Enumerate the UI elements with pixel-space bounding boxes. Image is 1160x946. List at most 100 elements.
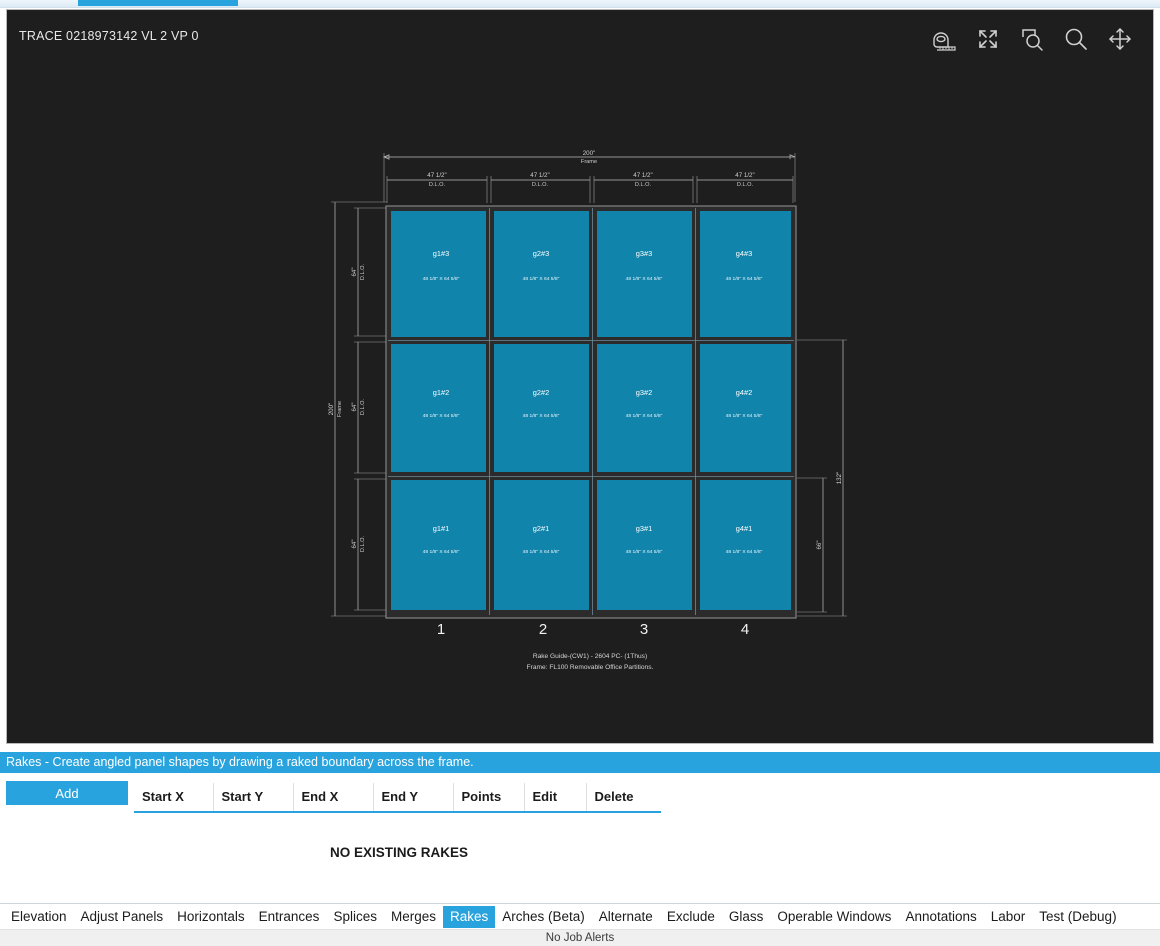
svg-text:47 1/2": 47 1/2" [530, 172, 549, 179]
panel-g1-1 [391, 480, 486, 610]
tab-labor[interactable]: Labor [984, 906, 1033, 928]
svg-text:48 1/8" X 64 5/8": 48 1/8" X 64 5/8" [523, 413, 560, 419]
tab-rakes[interactable]: Rakes [442, 905, 496, 928]
tab-merges[interactable]: Merges [384, 906, 443, 928]
panel-g3-1 [597, 480, 692, 610]
svg-text:48 1/8" X 64 5/8": 48 1/8" X 64 5/8" [626, 549, 663, 555]
svg-text:64": 64" [351, 267, 358, 276]
svg-text:3: 3 [640, 621, 648, 638]
svg-text:g3#2: g3#2 [636, 388, 652, 397]
svg-text:48 1/8" X 64 5/8": 48 1/8" X 64 5/8" [423, 549, 460, 555]
column-header-end-y[interactable]: End Y [372, 783, 453, 812]
panel-g2-1 [494, 480, 589, 610]
panel-g2-2 [494, 344, 589, 472]
rakes-panel: Add Start X Start Y End X End Y Points E… [0, 773, 1160, 902]
svg-text:48 1/8" X 64 5/8": 48 1/8" X 64 5/8" [523, 276, 560, 282]
tab-annotations[interactable]: Annotations [898, 906, 983, 928]
svg-text:Frame: Frame [581, 159, 597, 165]
column-numbers: 1 2 3 4 [437, 621, 749, 638]
svg-text:g4#3: g4#3 [736, 249, 752, 258]
tab-horizontals[interactable]: Horizontals [170, 906, 252, 928]
svg-text:4: 4 [741, 621, 749, 638]
svg-text:g1#3: g1#3 [433, 249, 449, 258]
svg-text:47 1/2": 47 1/2" [735, 172, 754, 179]
top-tab-strip [0, 0, 1160, 8]
panel-g4-2 [700, 344, 791, 472]
tab-exclude[interactable]: Exclude [660, 906, 722, 928]
elevation-canvas[interactable]: TRACE 0218973142 VL 2 VP 0 200" Frame 47… [6, 9, 1154, 744]
svg-text:64": 64" [351, 402, 358, 411]
svg-text:D.L.O.: D.L.O. [635, 182, 652, 188]
svg-text:48 1/8" X 64 5/8": 48 1/8" X 64 5/8" [423, 276, 460, 282]
tab-test-debug[interactable]: Test (Debug) [1032, 906, 1123, 928]
table-header-row: Start X Start Y End X End Y Points Edit … [134, 783, 661, 812]
column-header-edit[interactable]: Edit [523, 783, 586, 812]
svg-text:g2#1: g2#1 [533, 524, 549, 533]
svg-text:g2#2: g2#2 [533, 388, 549, 397]
svg-text:200": 200" [328, 403, 335, 416]
tab-arches-beta[interactable]: Arches (Beta) [495, 906, 592, 928]
svg-text:g4#2: g4#2 [736, 388, 752, 397]
tab-alternate[interactable]: Alternate [592, 906, 660, 928]
tab-splices[interactable]: Splices [326, 906, 384, 928]
tab-glass[interactable]: Glass [722, 906, 771, 928]
svg-text:48 1/8" X 64 5/8": 48 1/8" X 64 5/8" [626, 276, 663, 282]
svg-text:Frame: FL100 Removable Office: Frame: FL100 Removable Office Partitions… [527, 664, 654, 671]
rakes-table: Start X Start Y End X End Y Points Edit … [134, 783, 661, 813]
svg-text:47 1/2": 47 1/2" [427, 172, 446, 179]
svg-text:64": 64" [351, 539, 358, 548]
svg-text:D.L.O.: D.L.O. [429, 182, 446, 188]
dim-top-segments: 47 1/2" D.L.O. 47 1/2" D.L.O. 47 1/2" D.… [386, 172, 794, 203]
column-header-start-y[interactable]: Start Y [212, 783, 293, 812]
svg-text:g3#1: g3#1 [636, 524, 652, 533]
tab-adjust-panels[interactable]: Adjust Panels [74, 906, 171, 928]
panel-g3-3 [597, 211, 692, 337]
svg-text:g3#3: g3#3 [636, 249, 652, 258]
column-header-delete[interactable]: Delete [585, 783, 661, 812]
panel-g2-3 [494, 211, 589, 337]
svg-text:g4#1: g4#1 [736, 524, 752, 533]
svg-text:66": 66" [816, 540, 823, 549]
svg-text:2: 2 [539, 621, 547, 638]
tab-operable-windows[interactable]: Operable Windows [770, 906, 898, 928]
elevation-svg: 200" Frame 47 1/2" D.L.O. 47 1/2" D.L.O.… [328, 150, 847, 671]
column-header-end-x[interactable]: End X [292, 783, 373, 812]
svg-text:g1#2: g1#2 [433, 388, 449, 397]
panel-g1-3 [391, 211, 486, 337]
dim-right: 132" 66" [797, 339, 847, 617]
svg-text:Rake Guide-(CW1) - 2604 PC- (: Rake Guide-(CW1) - 2604 PC- (1Thus) [533, 653, 647, 660]
column-header-start-x[interactable]: Start X [134, 783, 213, 812]
drawing-caption: Rake Guide-(CW1) - 2604 PC- (1Thus) Fram… [527, 653, 654, 671]
svg-text:D.L.O.: D.L.O. [360, 535, 366, 552]
svg-text:D.L.O.: D.L.O. [737, 182, 754, 188]
svg-text:D.L.O.: D.L.O. [360, 263, 366, 280]
svg-text:47 1/2": 47 1/2" [633, 172, 652, 179]
svg-text:48 1/8" X 64 5/8": 48 1/8" X 64 5/8" [726, 276, 763, 282]
panel-g3-2 [597, 344, 692, 472]
svg-text:g1#1: g1#1 [433, 524, 449, 533]
top-tab-active-indicator[interactable] [78, 0, 238, 6]
tab-entrances[interactable]: Entrances [252, 906, 327, 928]
dim-left-segments: 64" D.L.O. 64" D.L.O. 64" D.L.O. [351, 207, 388, 611]
svg-text:200": 200" [583, 150, 596, 157]
tab-elevation[interactable]: Elevation [4, 906, 74, 928]
frame-assembly: g1#3 48 1/8" X 64 5/8" g2#3 48 1/8" X 64… [385, 205, 797, 619]
application-window: TRACE 0218973142 VL 2 VP 0 200" Frame 47… [0, 0, 1160, 946]
panel-g1-2 [391, 344, 486, 472]
column-header-points[interactable]: Points [452, 783, 524, 812]
svg-text:132": 132" [836, 472, 843, 485]
section-header: Rakes - Create angled panel shapes by dr… [0, 752, 1160, 773]
svg-text:D.L.O.: D.L.O. [532, 182, 549, 188]
svg-text:48 1/8" X 64 5/8": 48 1/8" X 64 5/8" [726, 549, 763, 555]
svg-text:48 1/8" X 64 5/8": 48 1/8" X 64 5/8" [626, 413, 663, 419]
svg-text:48 1/8" X 64 5/8": 48 1/8" X 64 5/8" [726, 413, 763, 419]
svg-text:1: 1 [437, 621, 445, 638]
svg-text:g2#3: g2#3 [533, 249, 549, 258]
panel-g4-1 [700, 480, 791, 610]
status-bar: No Job Alerts [0, 929, 1160, 946]
bottom-tab-bar: Elevation Adjust Panels Horizontals Entr… [0, 903, 1160, 929]
add-rake-button[interactable]: Add [6, 781, 128, 805]
svg-text:48 1/8" X 64 5/8": 48 1/8" X 64 5/8" [423, 413, 460, 419]
empty-state-message: NO EXISTING RAKES [329, 845, 469, 860]
svg-text:Frame: Frame [337, 401, 343, 417]
